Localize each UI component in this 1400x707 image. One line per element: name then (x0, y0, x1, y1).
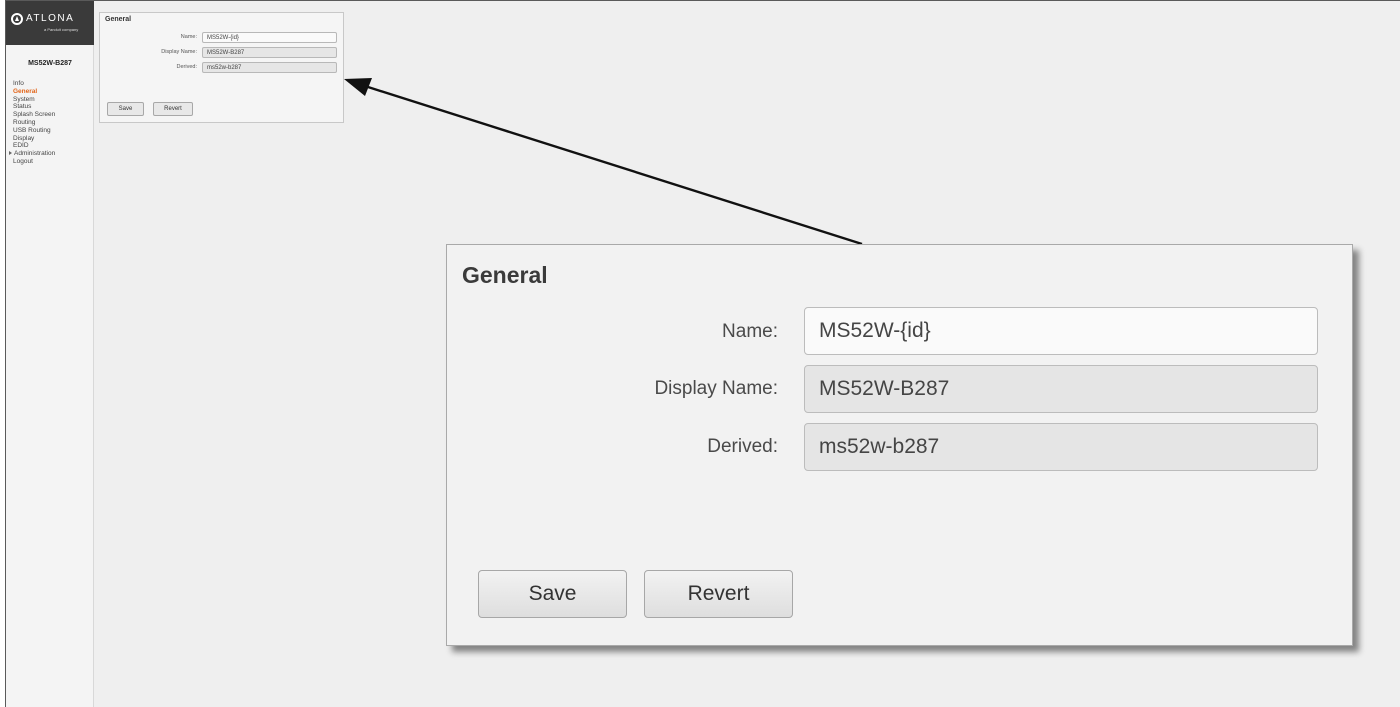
general-panel: General Name: MS52W-{id} Display Name: M… (99, 12, 344, 123)
general-panel-zoomed: General Name: MS52W-{id} Display Name: M… (446, 244, 1353, 646)
sidebar-item-usb-routing[interactable]: USB Routing (13, 127, 59, 135)
display-name-label: Display Name: (161, 49, 197, 55)
sidebar-item-administration[interactable]: Administration (9, 150, 55, 158)
save-button[interactable]: Save (478, 570, 627, 618)
device-name: MS52W-B287 (28, 60, 72, 67)
derived-field: ms52w-b287 (202, 62, 337, 73)
name-label: Name: (722, 321, 778, 342)
logo-tagline: a Panduit company (44, 27, 79, 32)
sidebar: ATLONA a Panduit company MS52W-B287 Info… (6, 1, 94, 707)
sidebar-item-label: Administration (14, 150, 56, 158)
derived-label: Derived: (707, 436, 778, 457)
name-field[interactable]: MS52W-{id} (202, 32, 337, 43)
atlona-logo-icon (11, 13, 23, 25)
display-name-field: MS52W-B287 (804, 365, 1318, 413)
panel-title: General (462, 262, 548, 288)
sidebar-nav: Info General System Status Splash Screen… (9, 80, 59, 166)
save-button[interactable]: Save (107, 102, 144, 116)
sidebar-item-status[interactable]: Status (13, 103, 59, 111)
name-label: Name: (180, 34, 197, 40)
revert-button[interactable]: Revert (153, 102, 193, 116)
revert-button[interactable]: Revert (644, 570, 793, 618)
display-name-label: Display Name: (654, 378, 778, 399)
sidebar-item-edid[interactable]: EDID (13, 142, 59, 150)
derived-label: Derived: (176, 64, 197, 70)
sidebar-item-logout[interactable]: Logout (13, 158, 59, 166)
display-name-field: MS52W-B287 (202, 47, 337, 58)
sidebar-item-splash-screen[interactable]: Splash Screen (13, 111, 59, 119)
logo-brand-text: ATLONA (26, 13, 75, 24)
sidebar-item-system[interactable]: System (13, 96, 59, 104)
panel-title: General (105, 16, 132, 23)
sidebar-item-general[interactable]: General (13, 88, 59, 96)
sidebar-item-display[interactable]: Display (13, 135, 59, 143)
atlona-logo[interactable]: ATLONA a Panduit company (6, 1, 94, 45)
derived-field: ms52w-b287 (804, 423, 1318, 471)
name-field[interactable]: MS52W-{id} (804, 307, 1318, 355)
caret-right-icon (9, 151, 12, 156)
sidebar-item-info[interactable]: Info (13, 80, 59, 88)
sidebar-item-routing[interactable]: Routing (13, 119, 59, 127)
